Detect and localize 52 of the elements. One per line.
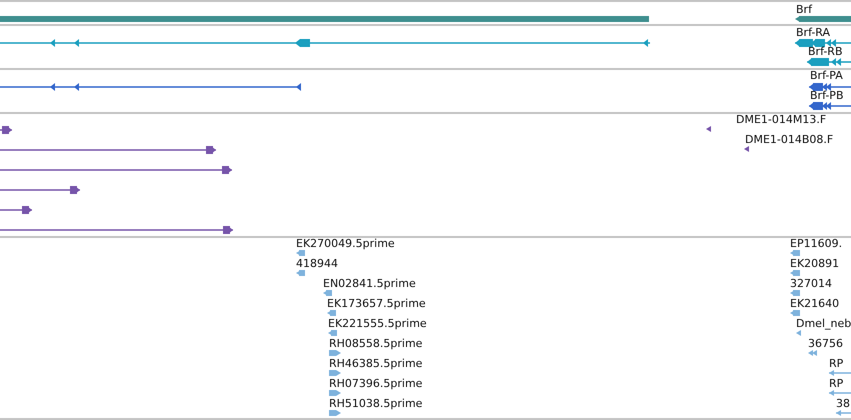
protein-glyph <box>809 83 851 91</box>
est-glyph <box>790 290 800 296</box>
feature-label: RH08558.5prime <box>329 337 422 351</box>
feature-label: RH51038.5prime <box>329 397 422 411</box>
feature-label: EK270049.5prime <box>296 238 395 251</box>
feature-label: EK173657.5prime <box>327 297 426 311</box>
feature-label: 327014 <box>790 277 832 291</box>
est-glyph <box>829 370 851 376</box>
feature-label: Brf-RA <box>796 26 830 40</box>
feature-label: EP11609. <box>790 238 842 251</box>
gene-glyph <box>795 16 851 22</box>
clone-drawing <box>0 126 12 134</box>
est-glyph <box>796 330 801 336</box>
feature-label: DME1-014M13.F <box>736 114 826 127</box>
est-glyph <box>829 390 851 396</box>
feature-label: RH07396.5prime <box>329 377 422 391</box>
feature-label: 418944 <box>296 257 338 271</box>
est-glyph <box>323 290 332 296</box>
protein-glyph <box>809 102 851 110</box>
feature-label: RH46385.5prime <box>329 357 422 371</box>
feature-label: RP <box>829 357 844 371</box>
feature-label: Brf-PB <box>810 89 844 103</box>
est-glyph <box>329 370 341 376</box>
clone-glyph <box>744 146 749 152</box>
feature-label: EK221555.5prime <box>328 317 427 331</box>
feature-label: DME1-014B08.F <box>745 133 834 147</box>
clone-glyph <box>706 126 711 132</box>
est-glyph <box>327 310 336 316</box>
transcript-glyph <box>807 58 851 66</box>
feature-label: Dmel_neb <box>796 317 851 331</box>
feature-label: EN02841.5prime <box>323 277 416 291</box>
est-glyph <box>790 270 800 276</box>
est-glyph <box>790 250 800 256</box>
feature-label: Brf <box>796 3 812 17</box>
clone-drawing <box>0 206 32 214</box>
feature-label: EK21640 <box>790 297 840 311</box>
feature-label: Brf-RB <box>808 45 842 59</box>
est-glyph <box>296 250 305 256</box>
transcript-glyph <box>795 39 851 47</box>
feature-label: Brf-PA <box>810 70 843 83</box>
est-glyph <box>836 410 851 416</box>
est-glyph <box>329 390 341 396</box>
feature-label: RP <box>829 377 844 391</box>
est-glyph <box>329 350 341 356</box>
feature-label: 38 <box>836 397 850 411</box>
est-glyph <box>329 410 341 416</box>
feature-label: EK20891 <box>790 257 840 271</box>
est-glyph <box>328 330 337 336</box>
est-glyph <box>790 310 800 316</box>
est-glyph <box>296 270 305 276</box>
est-glyph <box>808 350 818 356</box>
feature-label: 36756 <box>808 337 843 351</box>
